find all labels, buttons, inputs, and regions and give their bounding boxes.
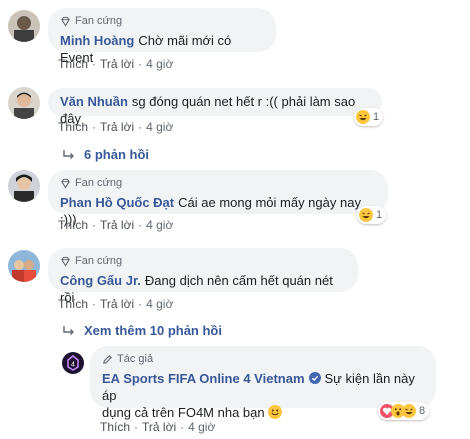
- smile-emoji-icon: [268, 405, 283, 419]
- reaction-count: 8: [419, 405, 426, 417]
- avatar[interactable]: [8, 170, 40, 202]
- timestamp[interactable]: 4 giờ: [146, 218, 173, 232]
- like-link[interactable]: Thích: [58, 57, 88, 71]
- page-avatar[interactable]: 4: [62, 352, 84, 374]
- fan-badge: Fan cứng: [60, 254, 346, 268]
- badge-label: Fan cứng: [75, 177, 123, 189]
- view-more-replies-link[interactable]: Xem thêm 10 phản hồi: [62, 323, 222, 338]
- replies-count: 6 phản hồi: [84, 147, 149, 162]
- badge-label: Tác giả: [117, 353, 154, 365]
- comment-actions: Thích · Trả lời · 4 giờ: [58, 120, 174, 134]
- author-name[interactable]: EA Sports FIFA Online 4 Vietnam: [102, 371, 305, 386]
- avatar[interactable]: [8, 87, 40, 119]
- haha-emoji-icon: [359, 208, 373, 222]
- comment-actions: Thích · Trả lời · 4 giờ: [58, 57, 174, 71]
- reply-text-line2: dụng cả trên FO4M nha bạn: [102, 405, 265, 420]
- timestamp[interactable]: 4 giờ: [146, 120, 173, 134]
- reply-link[interactable]: Trả lời: [142, 420, 176, 434]
- view-replies-link[interactable]: 6 phản hồi: [62, 147, 149, 162]
- fan-badge: Fan cứng: [60, 176, 376, 190]
- diamond-icon: [61, 178, 70, 189]
- badge-label: Fan cứng: [75, 255, 123, 267]
- badge-label: Fan cứng: [75, 15, 123, 27]
- commenter-name[interactable]: Minh Hoàng: [60, 33, 134, 48]
- timestamp[interactable]: 4 giờ: [188, 420, 215, 434]
- reaction-summary[interactable]: 8: [378, 402, 430, 420]
- diamond-icon: [61, 16, 70, 27]
- like-link[interactable]: Thích: [58, 120, 88, 134]
- like-link[interactable]: Thích: [58, 218, 88, 232]
- comment-bubble: Fan cứng Minh Hoàng Chờ mãi mới có Event: [48, 8, 276, 65]
- reply-link[interactable]: Trả lời: [100, 297, 134, 311]
- comment-actions: Thích · Trả lời · 4 giờ: [58, 297, 174, 311]
- commenter-name[interactable]: Phan Hồ Quốc Đạt: [60, 195, 174, 210]
- like-link[interactable]: Thích: [58, 297, 88, 311]
- reply-arrow-icon: [63, 325, 74, 335]
- comment-bubble: Văn Nhuần sg đóng quán net hết r :(( phải…: [48, 88, 382, 126]
- diamond-icon: [61, 256, 70, 267]
- commenter-name[interactable]: Văn Nhuần: [60, 94, 128, 109]
- fan-badge: Fan cứng: [60, 14, 264, 28]
- reply-link[interactable]: Trả lời: [100, 218, 134, 232]
- timestamp[interactable]: 4 giờ: [146, 297, 173, 311]
- reply-link[interactable]: Trả lời: [100, 120, 134, 134]
- haha-emoji-icon: [402, 404, 416, 418]
- reaction-count: 1: [376, 209, 383, 221]
- pencil-icon: [103, 354, 112, 364]
- comment-bubble: Fan cứng Công Gấu Jr. Đang dịch nên cấm h…: [48, 248, 358, 305]
- reaction-count: 1: [373, 111, 380, 123]
- avatar[interactable]: [8, 10, 40, 42]
- comment-bubble: Fan cứng Phan Hồ Quốc Đạt Cái ae mong mỏi…: [48, 170, 388, 227]
- reaction-summary[interactable]: 1: [354, 108, 384, 126]
- author-reply-bubble: Tác giả EA Sports FIFA Online 4 Vietnam S…: [90, 346, 436, 420]
- avatar[interactable]: [8, 250, 40, 282]
- commenter-name[interactable]: Công Gấu Jr.: [60, 273, 141, 288]
- author-badge: Tác giả: [102, 352, 424, 366]
- svg-text:4: 4: [71, 362, 75, 369]
- like-link[interactable]: Thích: [100, 420, 130, 434]
- reply-arrow-icon: [63, 149, 74, 159]
- haha-emoji-icon: [356, 110, 370, 124]
- verified-badge-icon: [308, 372, 321, 384]
- reply-link[interactable]: Trả lời: [100, 57, 134, 71]
- replies-count: Xem thêm 10 phản hồi: [84, 323, 222, 338]
- comment-actions: Thích · Trả lời · 4 giờ: [100, 420, 216, 434]
- reaction-summary[interactable]: 1: [357, 206, 387, 224]
- timestamp[interactable]: 4 giờ: [146, 57, 173, 71]
- comment-actions: Thích · Trả lời · 4 giờ: [58, 218, 174, 232]
